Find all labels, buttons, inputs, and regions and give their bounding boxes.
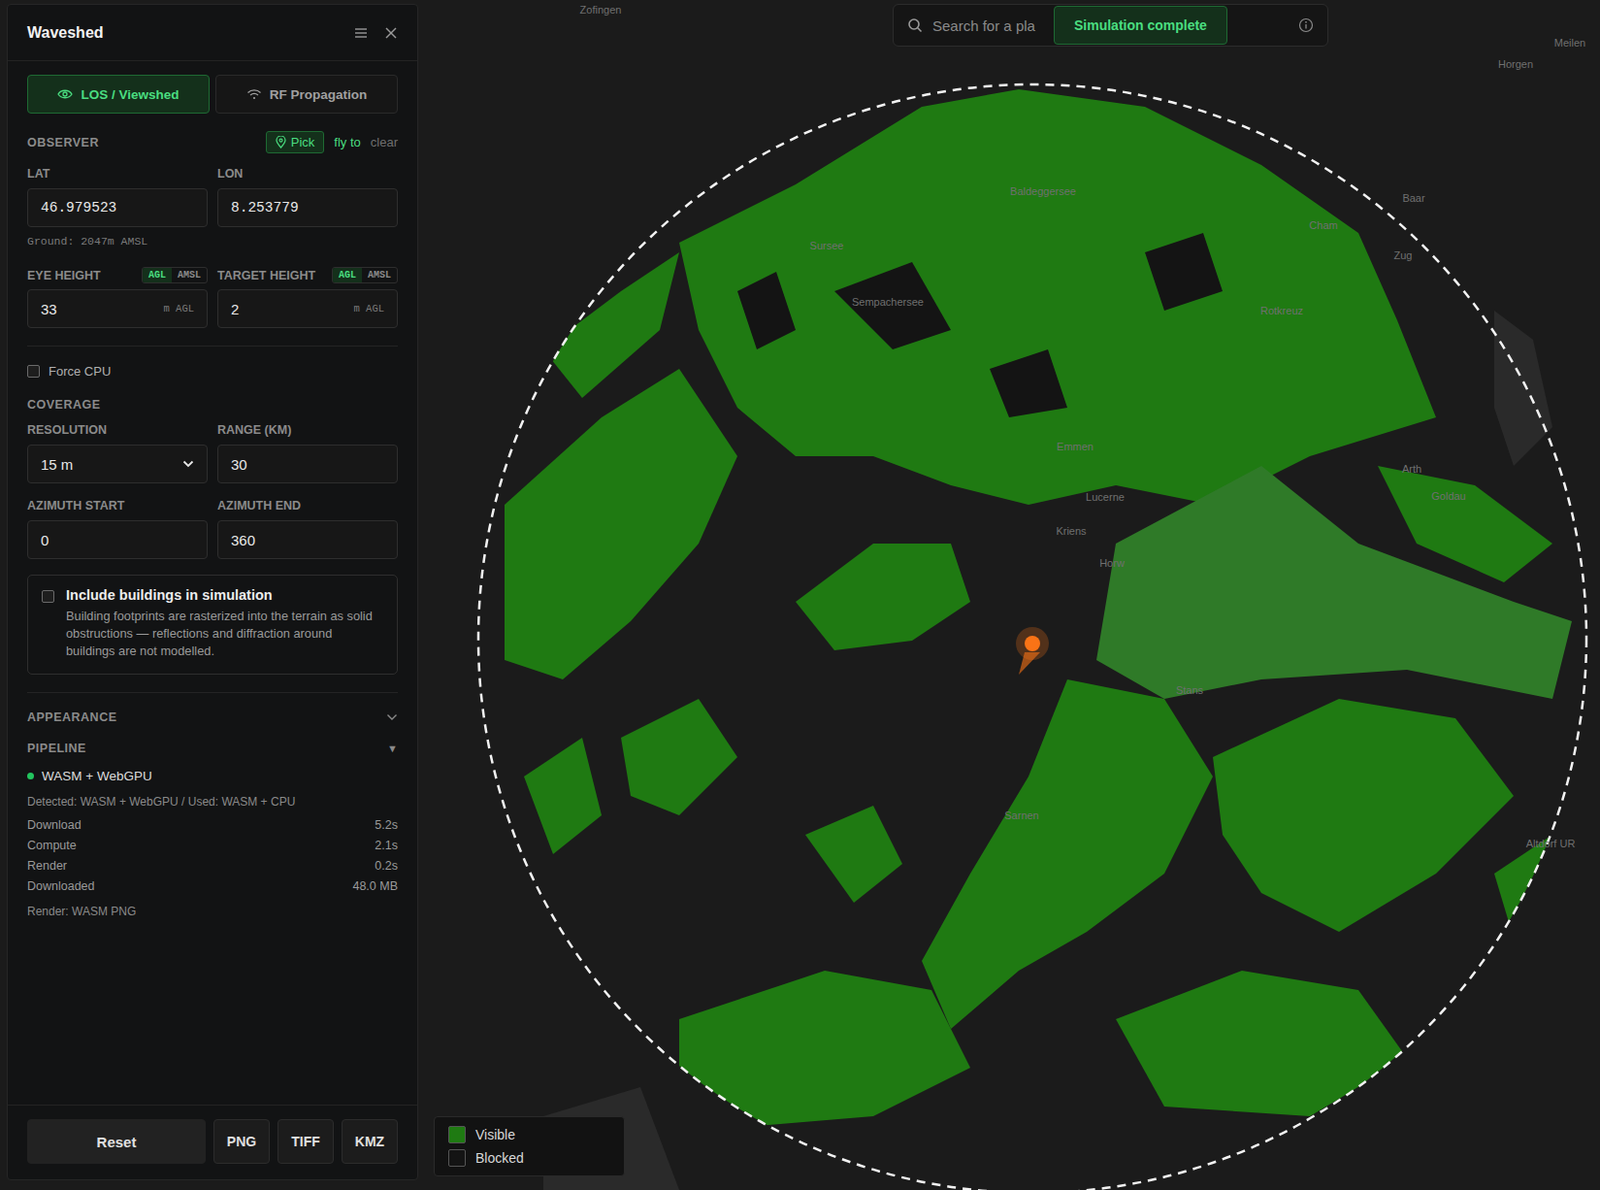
coord-input[interactable]: 46.979523 bbox=[27, 188, 208, 228]
search-icon bbox=[907, 17, 923, 33]
buildings-option[interactable]: Include buildings in simulationBuilding … bbox=[27, 574, 398, 675]
menu-icon[interactable] bbox=[353, 26, 369, 40]
legend-swatch bbox=[448, 1125, 466, 1143]
side-panel: Waveshed LOS / ViewshedRF Propagation OBSE… bbox=[6, 3, 419, 1180]
coverage-input[interactable]: 360 bbox=[217, 520, 398, 559]
observer-marker[interactable] bbox=[1015, 626, 1049, 675]
eye-icon bbox=[57, 88, 73, 100]
mode-tab[interactable]: RF Propagation bbox=[215, 74, 398, 114]
map-label: Horgen bbox=[1498, 58, 1534, 70]
panel-footer: ResetPNGTIFFKMZ bbox=[7, 1104, 418, 1179]
pipeline-detected: Detected: WASM + WebGPU / Used: WASM + C… bbox=[27, 794, 398, 809]
height-field: EYE HEIGHTAGLAMSL33m AGL bbox=[27, 266, 208, 328]
footer-button[interactable]: PNG bbox=[213, 1118, 270, 1164]
wifi-icon bbox=[246, 88, 262, 100]
pipeline-status: WASM + WebGPU bbox=[27, 768, 398, 784]
observer-action[interactable]: fly to bbox=[333, 134, 360, 150]
range-circle bbox=[478, 84, 1587, 1190]
section-heading: OBSERVER bbox=[27, 135, 99, 150]
force-cpu-checkbox[interactable]: Force CPU bbox=[27, 363, 398, 379]
section-heading: COVERAGE bbox=[27, 397, 398, 412]
legend-item: Blocked bbox=[448, 1148, 611, 1167]
info-icon[interactable] bbox=[1298, 17, 1314, 33]
map-label: Zug bbox=[1394, 249, 1413, 262]
pipeline-section[interactable]: PIPELINE▼ bbox=[27, 741, 398, 755]
footer-button[interactable]: KMZ bbox=[341, 1118, 398, 1164]
map-label: Zofingen bbox=[580, 3, 622, 16]
pipeline-stat: Downloaded48.0 MB bbox=[27, 879, 398, 893]
coord-field: LAT46.979523 bbox=[27, 166, 208, 228]
map-label: Sarnen bbox=[1004, 809, 1039, 821]
chevron-down-icon bbox=[182, 459, 195, 468]
coverage-field: RESOLUTION15 m bbox=[27, 423, 208, 484]
height-mode[interactable]: AGL bbox=[332, 267, 362, 283]
mode-tab[interactable]: LOS / Viewshed bbox=[27, 74, 210, 114]
map-label: Stans bbox=[1175, 684, 1204, 696]
height-input[interactable]: 2m AGL bbox=[217, 289, 398, 328]
toast: Simulation complete bbox=[1053, 5, 1228, 45]
viewshed bbox=[504, 89, 1572, 1126]
panel-header: Waveshed bbox=[7, 4, 418, 62]
coverage-field: RANGE (KM)30 bbox=[217, 423, 398, 484]
app-root: Zofingen Horgen Meilen Baar Cham Zug Rotkreuz S… bbox=[0, 0, 1600, 1190]
map-label: Rotkreuz bbox=[1260, 304, 1304, 317]
checkbox[interactable] bbox=[41, 589, 55, 603]
map-label: Altdorf UR bbox=[1526, 837, 1576, 849]
coverage-input[interactable]: 30 bbox=[217, 444, 398, 484]
map-label: Goldau bbox=[1431, 489, 1466, 502]
appearance-section[interactable]: APPEARANCE bbox=[27, 710, 398, 724]
pipeline-stat: Compute2.1s bbox=[27, 838, 398, 852]
legend-swatch bbox=[448, 1148, 466, 1167]
chevron-down-icon bbox=[386, 713, 398, 721]
checkbox[interactable] bbox=[27, 364, 40, 378]
map-label: Sursee bbox=[810, 239, 845, 252]
map-label: Emmen bbox=[1056, 440, 1094, 453]
pin-icon bbox=[275, 135, 287, 149]
pipeline-stat: Render0.2s bbox=[27, 858, 398, 873]
map-label: Horw bbox=[1099, 556, 1125, 569]
mode-tabs: LOS / ViewshedRF Propagation bbox=[27, 74, 398, 114]
coord-field: LON8.253779 bbox=[217, 166, 398, 228]
height-field: TARGET HEIGHTAGLAMSL2m AGL bbox=[217, 266, 398, 328]
pick-button[interactable]: Pick bbox=[265, 130, 326, 154]
map-label: Kriens bbox=[1055, 524, 1086, 537]
coverage-input[interactable]: 15 m bbox=[27, 444, 208, 484]
legend-item: Visible bbox=[448, 1125, 611, 1143]
render-mode: Render: WASM PNG bbox=[27, 904, 398, 918]
panel-title: Waveshed bbox=[27, 24, 104, 42]
map-label: Baldeggersee bbox=[1010, 185, 1077, 197]
coverage-input[interactable]: 0 bbox=[27, 520, 208, 559]
close-icon[interactable] bbox=[384, 26, 398, 40]
search-bar[interactable]: Search for a pla Simulation complete bbox=[892, 3, 1329, 47]
map-label: Meilen bbox=[1554, 36, 1586, 49]
search-placeholder[interactable]: Search for a pla bbox=[932, 17, 1036, 34]
footer-button[interactable]: TIFF bbox=[277, 1118, 334, 1164]
height-mode-toggle: AGLAMSL bbox=[331, 266, 398, 284]
height-mode[interactable]: AMSL bbox=[171, 267, 207, 283]
height-input[interactable]: 33m AGL bbox=[27, 289, 208, 328]
height-mode[interactable]: AGL bbox=[142, 267, 172, 283]
coverage-field: AZIMUTH START0 bbox=[27, 498, 208, 559]
footer-button[interactable]: Reset bbox=[27, 1118, 206, 1164]
height-mode-toggle: AGLAMSL bbox=[141, 266, 208, 284]
map-label: Baar bbox=[1402, 192, 1425, 204]
map-label: Arth bbox=[1402, 462, 1422, 475]
ground-elevation: Ground: 2047m AMSL bbox=[27, 234, 398, 248]
status-dot bbox=[27, 772, 34, 780]
map-label: Sempachersee bbox=[851, 295, 924, 308]
height-mode[interactable]: AMSL bbox=[361, 267, 397, 283]
observer-action[interactable]: clear bbox=[370, 134, 398, 150]
coverage-field: AZIMUTH END360 bbox=[217, 498, 398, 559]
map-label: Lucerne bbox=[1085, 490, 1125, 503]
pipeline-stat: Download5.2s bbox=[27, 817, 398, 832]
map-label: Cham bbox=[1308, 219, 1338, 231]
coord-input[interactable]: 8.253779 bbox=[217, 188, 398, 228]
legend: Visible Blocked bbox=[433, 1115, 625, 1176]
